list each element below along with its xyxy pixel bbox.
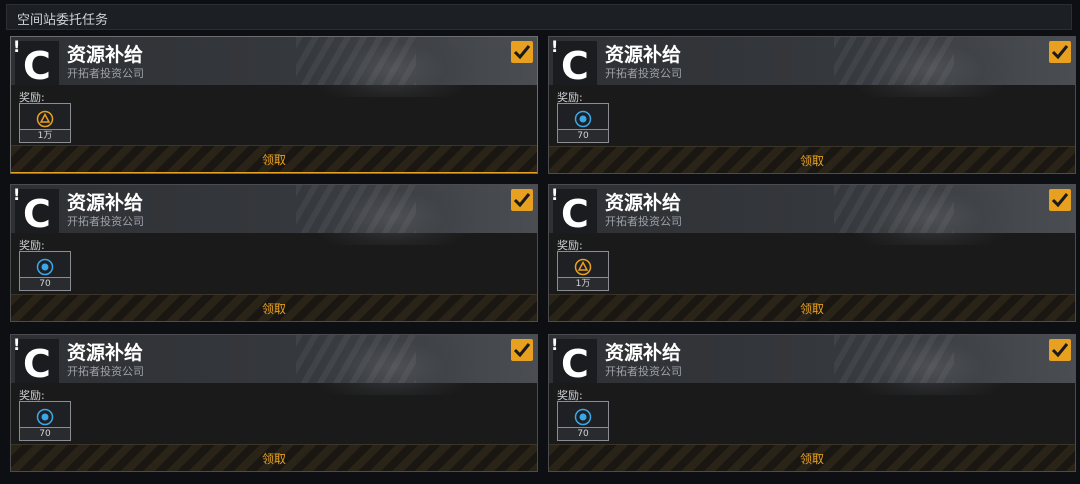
reward-quantity: 70 bbox=[558, 129, 608, 142]
mission-name: 资源补给 bbox=[67, 342, 144, 364]
blue-orb-icon bbox=[36, 258, 54, 276]
blue-orb-icon bbox=[36, 408, 54, 426]
mission-company: 开拓者投资公司 bbox=[605, 215, 682, 228]
gold-triangle-icon bbox=[574, 258, 592, 276]
rank-badge: C bbox=[553, 41, 597, 85]
checkmark-icon[interactable] bbox=[511, 339, 533, 361]
blue-orb-icon bbox=[574, 110, 592, 128]
alert-icon: ! bbox=[551, 185, 559, 204]
checkmark-icon[interactable] bbox=[511, 189, 533, 211]
mission-company: 开拓者投资公司 bbox=[67, 67, 144, 80]
mission-company: 开拓者投资公司 bbox=[67, 215, 144, 228]
rank-letter: C bbox=[23, 342, 51, 386]
rank-badge: C bbox=[553, 339, 597, 383]
reward-item[interactable]: 1万 bbox=[557, 251, 609, 291]
reward-quantity: 70 bbox=[558, 427, 608, 440]
rank-letter: C bbox=[561, 44, 589, 88]
rank-badge: C bbox=[15, 41, 59, 85]
checkmark-icon[interactable] bbox=[1049, 41, 1071, 63]
reward-item[interactable]: 70 bbox=[557, 103, 609, 143]
alert-icon: ! bbox=[551, 335, 559, 354]
claim-label: 领取 bbox=[261, 302, 286, 316]
mission-name: 资源补给 bbox=[605, 192, 682, 214]
mission-card[interactable]: C ! 资源补给 开拓者投资公司 奖励: 1万 领取 bbox=[10, 36, 538, 174]
mission-name: 资源补给 bbox=[67, 192, 144, 214]
checkmark-icon[interactable] bbox=[1049, 189, 1071, 211]
mission-company: 开拓者投资公司 bbox=[605, 365, 682, 378]
claim-button[interactable]: 领取 bbox=[549, 444, 1075, 471]
mission-name: 资源补给 bbox=[67, 44, 144, 66]
mission-company: 开拓者投资公司 bbox=[605, 67, 682, 80]
claim-label: 领取 bbox=[261, 153, 286, 167]
mission-name: 资源补给 bbox=[605, 44, 682, 66]
claim-button[interactable]: 领取 bbox=[549, 146, 1075, 173]
reward-item[interactable]: 70 bbox=[19, 401, 71, 441]
rank-letter: C bbox=[561, 342, 589, 386]
alert-icon: ! bbox=[551, 37, 559, 56]
mission-name: 资源补给 bbox=[605, 342, 682, 364]
claim-button[interactable]: 领取 bbox=[11, 145, 537, 173]
rank-letter: C bbox=[23, 192, 51, 236]
reward-item[interactable]: 70 bbox=[19, 251, 71, 291]
mission-card[interactable]: C ! 资源补给 开拓者投资公司 奖励: 1万 领取 bbox=[548, 184, 1076, 322]
window-title: 空间站委托任务 bbox=[17, 13, 109, 28]
claim-button[interactable]: 领取 bbox=[11, 294, 537, 321]
reward-item[interactable]: 1万 bbox=[19, 103, 71, 143]
reward-quantity: 1万 bbox=[558, 277, 608, 290]
claim-button[interactable]: 领取 bbox=[549, 294, 1075, 321]
claim-label: 领取 bbox=[799, 302, 824, 316]
reward-quantity: 70 bbox=[20, 427, 70, 440]
rank-badge: C bbox=[553, 189, 597, 233]
rank-letter: C bbox=[561, 192, 589, 236]
alert-icon: ! bbox=[13, 185, 21, 204]
blue-orb-icon bbox=[574, 408, 592, 426]
alert-icon: ! bbox=[13, 335, 21, 354]
rank-badge: C bbox=[15, 189, 59, 233]
mission-card[interactable]: C ! 资源补给 开拓者投资公司 奖励: 70 领取 bbox=[548, 334, 1076, 472]
checkmark-icon[interactable] bbox=[511, 41, 533, 63]
alert-icon: ! bbox=[13, 37, 21, 56]
claim-button[interactable]: 领取 bbox=[11, 444, 537, 471]
reward-item[interactable]: 70 bbox=[557, 401, 609, 441]
mission-company: 开拓者投资公司 bbox=[67, 365, 144, 378]
mission-card[interactable]: C ! 资源补给 开拓者投资公司 奖励: 70 领取 bbox=[10, 184, 538, 322]
claim-label: 领取 bbox=[799, 452, 824, 466]
mission-card[interactable]: C ! 资源补给 开拓者投资公司 奖励: 70 领取 bbox=[548, 36, 1076, 174]
claim-label: 领取 bbox=[799, 154, 824, 168]
reward-quantity: 70 bbox=[20, 277, 70, 290]
rank-badge: C bbox=[15, 339, 59, 383]
gold-triangle-icon bbox=[36, 110, 54, 128]
title-bar: 空间站委托任务 bbox=[6, 4, 1072, 30]
rank-letter: C bbox=[23, 44, 51, 88]
mission-card[interactable]: C ! 资源补给 开拓者投资公司 奖励: 70 领取 bbox=[10, 334, 538, 472]
claim-label: 领取 bbox=[261, 452, 286, 466]
checkmark-icon[interactable] bbox=[1049, 339, 1071, 361]
reward-quantity: 1万 bbox=[20, 129, 70, 142]
